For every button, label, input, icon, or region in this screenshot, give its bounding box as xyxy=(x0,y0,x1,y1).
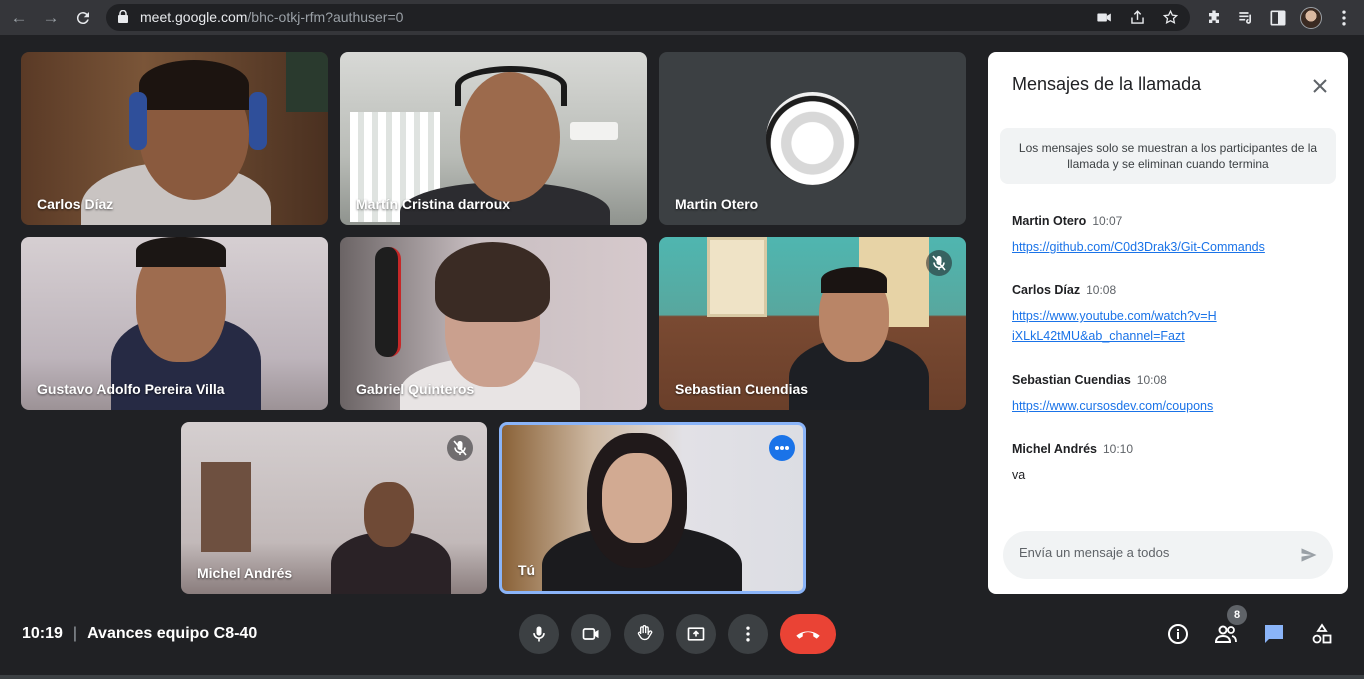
raise-hand-button[interactable] xyxy=(624,614,664,654)
chat-message: Sebastian Cuendias 10:08 https://www.curs… xyxy=(1012,371,1324,416)
divider xyxy=(0,675,1364,679)
activities-icon[interactable] xyxy=(1310,622,1334,646)
participant-tile[interactable]: Sebastian Cuendias xyxy=(659,237,966,410)
chat-message-input[interactable] xyxy=(1019,545,1289,560)
message-link[interactable]: https://github.com/C0d3Drak3/Git-Command… xyxy=(1012,237,1324,257)
message-time: 10:07 xyxy=(1092,214,1123,228)
more-vert-icon xyxy=(746,626,750,642)
send-icon[interactable] xyxy=(1299,545,1319,565)
participant-tile[interactable]: Martin Otero xyxy=(659,52,966,225)
chat-icon[interactable] xyxy=(1262,622,1286,646)
chat-input-box xyxy=(1003,531,1333,579)
avatar[interactable] xyxy=(1300,7,1322,29)
message-time: 10:08 xyxy=(1136,373,1167,387)
self-tile[interactable]: Tú xyxy=(499,422,806,594)
back-icon[interactable]: ← xyxy=(8,7,30,29)
participant-tile[interactable]: Gustavo Adolfo Pereira Villa xyxy=(21,237,328,410)
avatar xyxy=(766,92,859,185)
message-link[interactable]: https://www.cursosdev.com/coupons xyxy=(1012,396,1324,416)
chat-panel: Mensajes de la llamada Los mensajes solo… xyxy=(988,52,1348,594)
camera-icon[interactable] xyxy=(1095,8,1114,27)
message-time: 10:10 xyxy=(1102,442,1134,456)
sidepanel-icon[interactable] xyxy=(1268,8,1288,28)
participant-tile[interactable]: Carlos Díaz xyxy=(21,52,328,225)
separator: | xyxy=(72,625,78,642)
participant-name: Martin Otero xyxy=(675,196,759,212)
info-icon[interactable] xyxy=(1166,622,1190,646)
more-options-button[interactable] xyxy=(769,435,795,461)
share-icon[interactable] xyxy=(1128,8,1147,27)
mic-off-icon xyxy=(932,255,946,271)
meeting-title: Avances equipo C8-40 xyxy=(87,625,258,642)
close-icon[interactable] xyxy=(1308,74,1332,98)
mic-off-indicator xyxy=(447,435,473,461)
forward-icon[interactable]: → xyxy=(40,7,62,29)
mic-off-indicator xyxy=(926,250,952,276)
chat-message: Michel Andrés 10:10 va xyxy=(1012,440,1324,485)
star-icon[interactable] xyxy=(1161,8,1180,27)
participant-name: Martín Cristina darroux xyxy=(356,196,511,212)
meeting-time: 10:19 xyxy=(22,625,63,642)
message-sender: Michel Andrés xyxy=(1012,442,1097,456)
chat-message: Martin Otero 10:07 https://github.com/C0d… xyxy=(1012,212,1324,257)
chat-message: Carlos Díaz 10:08 https://www.youtube.com… xyxy=(1012,281,1324,346)
participant-name: Carlos Díaz xyxy=(37,196,114,212)
message-sender: Carlos Díaz xyxy=(1012,283,1081,297)
participant-name: Tú xyxy=(518,562,536,578)
video-icon xyxy=(582,628,599,640)
participants-count-badge: 8 xyxy=(1227,605,1247,625)
hand-icon xyxy=(637,625,653,641)
message-sender: Sebastian Cuendias xyxy=(1012,373,1131,387)
mic-off-icon xyxy=(453,440,467,456)
present-button[interactable] xyxy=(676,614,716,654)
camera-button[interactable] xyxy=(571,614,611,654)
message-link[interactable]: https://www.youtube.com/watch?v=HiXLkL42… xyxy=(1012,306,1217,346)
present-icon xyxy=(687,627,705,641)
media-icon[interactable] xyxy=(1236,8,1256,28)
more-options-button[interactable] xyxy=(728,614,768,654)
message-text: va xyxy=(1012,468,1026,482)
browser-toolbar: ← → meet.google.com/bhc-otkj-rfm?authuse… xyxy=(0,0,1364,35)
participant-name: Michel Andrés xyxy=(197,565,293,581)
participant-tile[interactable]: Gabriel Quinteros xyxy=(340,237,647,410)
leave-call-button[interactable] xyxy=(780,614,836,654)
hangup-icon xyxy=(796,631,820,639)
menu-icon[interactable] xyxy=(1334,8,1354,28)
address-bar[interactable]: meet.google.com/bhc-otkj-rfm?authuser=0 xyxy=(106,4,1190,31)
message-sender: Martin Otero xyxy=(1012,214,1087,228)
participant-name: Gabriel Quinteros xyxy=(356,381,475,397)
mic-icon xyxy=(533,626,545,642)
meeting-details: 10:19 | Avances equipo C8-40 xyxy=(22,625,257,643)
puzzle-icon[interactable] xyxy=(1204,8,1224,28)
participant-name: Sebastian Cuendias xyxy=(675,381,809,397)
chat-notice: Los mensajes solo se muestran a los part… xyxy=(1000,128,1336,184)
url-text: meet.google.com/bhc-otkj-rfm?authuser=0 xyxy=(140,9,404,25)
participant-name: Gustavo Adolfo Pereira Villa xyxy=(37,381,225,397)
more-icon xyxy=(775,446,789,450)
chat-title: Mensajes de la llamada xyxy=(1012,74,1202,94)
microphone-button[interactable] xyxy=(519,614,559,654)
reload-icon[interactable] xyxy=(72,7,94,29)
participant-tile[interactable]: Martín Cristina darroux xyxy=(340,52,647,225)
people-icon[interactable] xyxy=(1214,622,1238,646)
lock-icon xyxy=(118,10,128,23)
message-time: 10:08 xyxy=(1086,283,1117,297)
participant-tile[interactable]: Michel Andrés xyxy=(181,422,487,594)
